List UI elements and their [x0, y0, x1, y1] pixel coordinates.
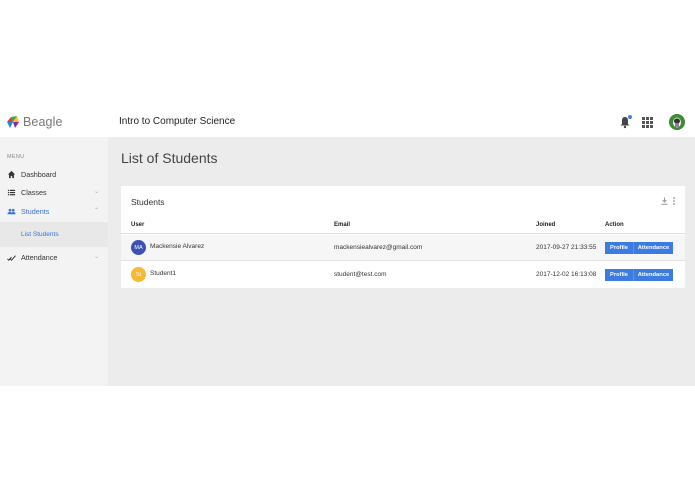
column-header-action: Action [605, 222, 624, 228]
attendance-button[interactable]: Attendance [633, 269, 673, 281]
student-name: Mackensie Alvarez [150, 243, 205, 250]
column-header-joined[interactable]: Joined [536, 222, 555, 228]
card-title: Students [131, 197, 165, 207]
card-tools [661, 197, 675, 205]
sidebar-item-attendance[interactable]: Attendance ⌄ [0, 249, 108, 265]
download-icon[interactable] [661, 197, 668, 205]
check-icon [7, 253, 16, 262]
row-actions: Profile Attendance [605, 269, 673, 281]
menu-label: MENU [7, 154, 25, 160]
course-title: Intro to Computer Science [119, 116, 236, 127]
user-avatar[interactable] [669, 114, 685, 130]
student-email: mackensiealvarez@gmail.com [334, 244, 423, 251]
beagle-logo-icon [7, 116, 19, 128]
sidebar-item-label: Classes [21, 187, 47, 197]
student-email: student@test.com [334, 271, 387, 278]
sidebar-item-students[interactable]: Students ⌃ [0, 203, 108, 219]
sidebar-subitem-label: List Students [21, 231, 59, 238]
page-title: List of Students [121, 150, 218, 166]
table-row[interactable]: MA Mackensie Alvarez mackensiealvarez@gm… [121, 235, 685, 261]
students-card: Students User Email Joined Action MA Mac… [121, 186, 685, 288]
sidebar: MENU Dashboard Classes ⌄ Students ⌃ List… [0, 137, 108, 386]
top-actions [618, 114, 685, 130]
sidebar-subitem-list-students[interactable]: List Students [0, 222, 108, 247]
sidebar-item-dashboard[interactable]: Dashboard [0, 166, 108, 182]
notification-dot [628, 115, 632, 119]
sidebar-item-classes[interactable]: Classes ⌄ [0, 184, 108, 200]
list-icon [7, 188, 16, 197]
sidebar-item-label: Dashboard [21, 169, 57, 179]
student-name: Student1 [150, 270, 177, 277]
student-joined: 2017-09-27 21:33:55 [536, 244, 597, 251]
attendance-button[interactable]: Attendance [633, 242, 673, 254]
student-avatar: MA [131, 240, 146, 255]
student-avatar: St [131, 267, 146, 282]
brand-name: Beagle [23, 115, 63, 129]
home-icon [7, 170, 16, 179]
app-shell: Beagle Intro to Computer Science MENU Da… [0, 107, 695, 386]
chevron-up-icon: ⌃ [93, 208, 99, 214]
apps-grid-icon[interactable] [642, 116, 653, 128]
column-header-email[interactable]: Email [334, 222, 350, 228]
main-content: List of Students Students User Email Joi… [108, 137, 695, 386]
people-icon [7, 207, 16, 216]
chevron-down-icon: ⌄ [93, 254, 99, 260]
sidebar-item-label: Students [21, 206, 50, 216]
profile-button[interactable]: Profile [605, 242, 633, 254]
student-joined: 2017-12-02 16:13:08 [536, 271, 597, 278]
notifications-icon[interactable] [618, 115, 632, 129]
more-options-icon[interactable] [673, 197, 675, 205]
table-header: User Email Joined Action [121, 219, 685, 234]
sidebar-item-label: Attendance [21, 252, 58, 262]
profile-button[interactable]: Profile [605, 269, 633, 281]
chevron-down-icon: ⌄ [93, 189, 99, 195]
table-row[interactable]: St Student1 student@test.com 2017-12-02 … [121, 262, 685, 288]
column-header-user[interactable]: User [131, 222, 144, 228]
top-bar: Beagle Intro to Computer Science [0, 107, 695, 137]
brand-logo[interactable]: Beagle [6, 114, 63, 130]
row-actions: Profile Attendance [605, 242, 673, 254]
